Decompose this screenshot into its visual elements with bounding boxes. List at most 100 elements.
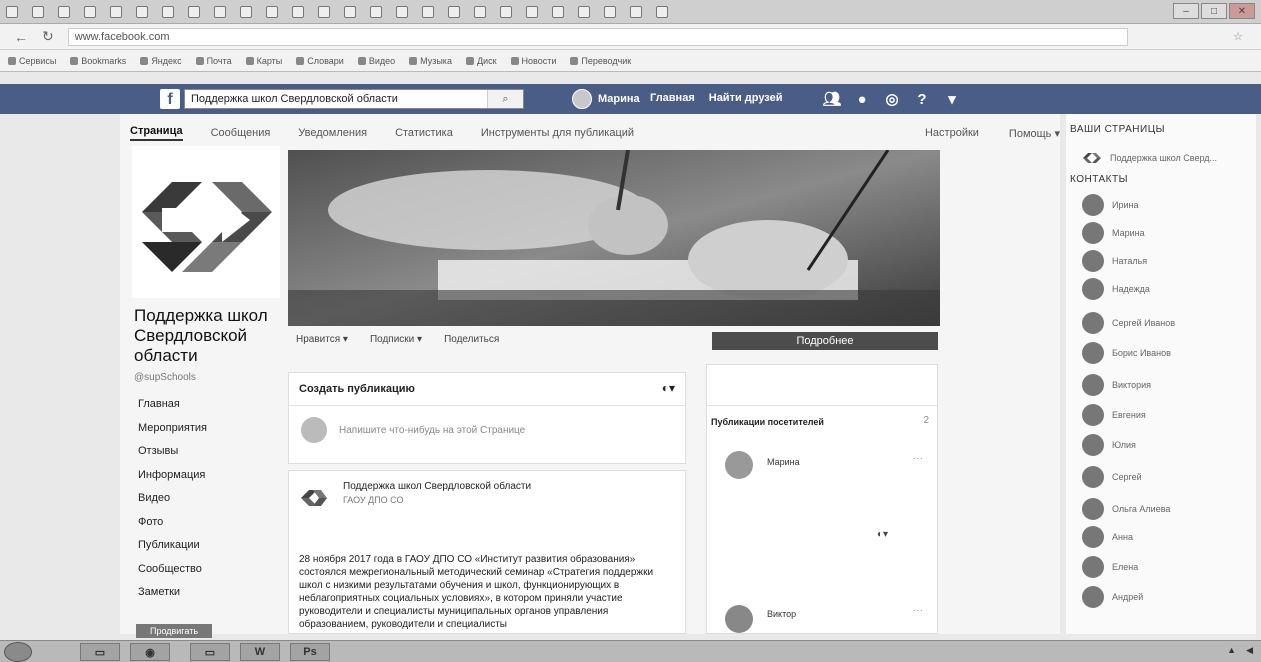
contact-item[interactable]: Сергей (1082, 466, 1142, 488)
tab-favicon-icon[interactable] (422, 5, 434, 18)
bookmark-star-icon[interactable]: ☆ (1233, 30, 1243, 43)
bookmark-item[interactable]: Новости (510, 56, 556, 66)
reload-icon[interactable]: ↻ (42, 28, 54, 45)
tab-favicon-icon[interactable] (58, 5, 70, 18)
tab-favicon-icon[interactable] (292, 5, 304, 18)
nav-home[interactable]: Главная (650, 92, 695, 104)
bookmark-item[interactable]: Bookmarks (70, 56, 126, 66)
bookmark-item[interactable]: Яндекс (140, 56, 182, 66)
volume-icon[interactable]: ◀ (1246, 645, 1253, 656)
search-icon[interactable]: ⌕ (487, 90, 523, 108)
more-options-icon[interactable]: ··· (913, 605, 923, 616)
post-as-avatar-icon[interactable]: ◐▾ (877, 529, 888, 540)
leftnav-community[interactable]: Сообщество (138, 563, 207, 587)
contact-item[interactable]: Анна (1082, 526, 1133, 548)
bookmark-item[interactable]: Видео (357, 56, 395, 66)
tab-favicon-icon[interactable] (136, 5, 148, 18)
leftnav-notes[interactable]: Заметки (138, 586, 207, 610)
tab-favicon-icon[interactable] (344, 5, 356, 18)
tab-favicon-icon[interactable] (162, 5, 174, 18)
contact-item[interactable]: Борис Иванов (1082, 342, 1171, 364)
cover-photo[interactable] (288, 150, 940, 326)
tab-notifications[interactable]: Уведомления (298, 127, 367, 139)
profile-link[interactable]: Марина (572, 89, 640, 109)
your-page-item[interactable]: Поддержка школ Сверд... (1082, 150, 1217, 166)
tab-statistics[interactable]: Статистика (395, 127, 453, 139)
tab-favicon-icon[interactable] (214, 5, 226, 18)
visitor-post-author[interactable]: Виктор (767, 609, 796, 619)
post-as-avatar-icon[interactable]: ◐▾ (662, 381, 675, 395)
tab-favicon-icon[interactable] (578, 5, 590, 18)
start-menu-icon[interactable] (4, 642, 32, 662)
tab-favicon-icon[interactable] (396, 5, 408, 18)
tab-favicon-icon[interactable] (552, 5, 564, 18)
contact-item[interactable]: Ольга Алиева (1082, 498, 1170, 520)
contact-item[interactable]: Евгения (1082, 404, 1146, 426)
taskbar-app-icon[interactable]: ▭ (190, 643, 230, 661)
share-button[interactable]: Поделиться (444, 334, 499, 345)
leftnav-video[interactable]: Видео (138, 492, 207, 516)
contact-item[interactable]: Ирина (1082, 194, 1138, 216)
leftnav-events[interactable]: Мероприятия (138, 422, 207, 446)
bookmark-item[interactable]: Словари (296, 56, 344, 66)
maximize-icon[interactable]: □ (1201, 3, 1227, 19)
contact-item[interactable]: Марина (1082, 222, 1145, 244)
tab-favicon-icon[interactable] (630, 5, 642, 18)
page-handle[interactable]: @supSchools (134, 372, 196, 383)
contact-item[interactable]: Виктория (1082, 374, 1151, 396)
tab-favicon-icon[interactable] (370, 5, 382, 18)
tab-favicon-icon[interactable] (110, 5, 122, 18)
tab-favicon-icon[interactable] (318, 5, 330, 18)
avatar[interactable] (725, 451, 753, 479)
messenger-icon[interactable]: ● (852, 89, 872, 109)
tab-favicon-icon[interactable] (84, 5, 96, 18)
page-logo-icon[interactable] (299, 483, 329, 513)
network-icon[interactable]: ▲ (1227, 645, 1236, 656)
learn-more-button[interactable]: Подробнее (712, 332, 938, 350)
leftnav-info[interactable]: Информация (138, 469, 207, 493)
promote-button[interactable]: Продвигать (136, 624, 212, 638)
post-input[interactable]: Напишите что-нибудь на этой Странице (339, 425, 525, 436)
tab-favicon-icon[interactable] (188, 5, 200, 18)
tab-messages[interactable]: Сообщения (211, 127, 271, 139)
bookmark-item[interactable]: Карты (245, 56, 282, 66)
help-icon[interactable]: ? (912, 89, 932, 109)
tab-favicon-icon[interactable] (500, 5, 512, 18)
tab-favicon-icon[interactable] (266, 5, 278, 18)
taskbar-app-icon[interactable]: ▭ (80, 643, 120, 661)
settings-link[interactable]: Настройки (925, 127, 979, 140)
leftnav-photo[interactable]: Фото (138, 516, 207, 540)
leftnav-reviews[interactable]: Отзывы (138, 445, 207, 469)
bookmark-item[interactable]: Сервисы (8, 56, 56, 66)
photoshop-taskbar-icon[interactable]: Ps (290, 643, 330, 661)
tab-favicon-icon[interactable] (526, 5, 538, 18)
bookmark-item[interactable]: Диск (465, 56, 497, 66)
tab-favicon-icon[interactable] (6, 5, 18, 18)
contact-item[interactable]: Сергей Иванов (1082, 312, 1175, 334)
bookmark-item[interactable]: Музыка (409, 56, 452, 66)
leftnav-posts[interactable]: Публикации (138, 539, 207, 563)
minimize-icon[interactable]: – (1173, 3, 1199, 19)
avatar[interactable] (725, 605, 753, 633)
tab-publishing-tools[interactable]: Инструменты для публикаций (481, 127, 634, 139)
url-field[interactable]: www.facebook.com (67, 27, 1128, 46)
leftnav-home[interactable]: Главная (138, 398, 207, 422)
help-link[interactable]: Помощь ▾ (1009, 127, 1060, 140)
visitor-post-author[interactable]: Марина (767, 457, 800, 467)
tab-favicon-icon[interactable] (474, 5, 486, 18)
close-icon[interactable]: ✕ (1229, 3, 1255, 19)
follow-button[interactable]: Подписки ▾ (370, 334, 422, 345)
contact-item[interactable]: Наталья (1082, 250, 1147, 272)
friends-icon[interactable]: 👥︎ (822, 89, 842, 109)
back-icon[interactable]: ← (14, 29, 28, 45)
post-author[interactable]: Поддержка школ Свердловской области (343, 481, 531, 492)
bookmark-item[interactable]: Переводчик (570, 56, 631, 66)
contact-item[interactable]: Юлия (1082, 434, 1136, 456)
bookmark-item[interactable]: Почта (195, 56, 232, 66)
chevron-down-icon[interactable]: ▾ (942, 89, 962, 109)
tab-page[interactable]: Страница (130, 125, 183, 141)
facebook-logo-icon[interactable]: f (160, 89, 180, 109)
contact-item[interactable]: Андрей (1082, 586, 1143, 608)
contact-item[interactable]: Надежда (1082, 278, 1150, 300)
tab-favicon-icon[interactable] (240, 5, 252, 18)
